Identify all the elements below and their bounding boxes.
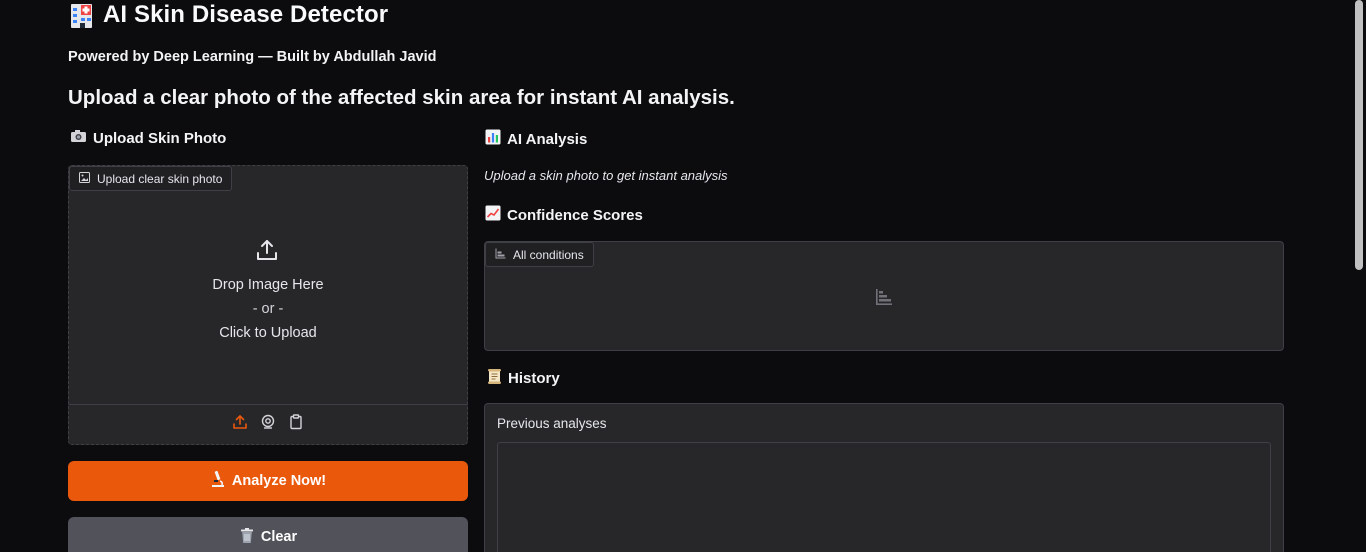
hospital-icon <box>68 2 95 29</box>
title-text: AI Skin Disease Detector <box>103 1 389 28</box>
line-chart-icon <box>485 205 501 225</box>
history-heading-label: History <box>508 370 560 387</box>
camera-icon <box>70 129 87 147</box>
scroll-icon <box>487 368 502 389</box>
analysis-heading: AI Analysis <box>485 129 587 149</box>
analyze-button[interactable]: Analyze Now! <box>68 461 468 501</box>
subtitle: Powered by Deep Learning — Built by Abdu… <box>68 49 437 65</box>
image-upload-dropzone[interactable]: Upload clear skin photo Drop Image Here … <box>68 165 468 445</box>
webcam-icon[interactable] <box>260 414 276 435</box>
upload-chip-label: Upload clear skin photo <box>97 171 223 186</box>
confidence-heading-label: Confidence Scores <box>507 206 643 224</box>
clear-button-label: Clear <box>260 529 298 545</box>
image-icon <box>79 171 90 186</box>
plot-icon <box>495 248 506 262</box>
clipboard-icon[interactable] <box>288 414 304 435</box>
click-upload-text: Click to Upload <box>219 325 317 341</box>
upload-heading-label: Upload Skin Photo <box>93 129 227 147</box>
empty-plot-icon <box>875 288 893 311</box>
microscope-icon <box>210 470 226 492</box>
history-label: Previous analyses <box>497 416 607 431</box>
upload-heading: Upload Skin Photo <box>70 129 226 147</box>
drop-image-text: Drop Image Here <box>212 277 324 293</box>
scrollbar-thumb[interactable] <box>1355 0 1363 270</box>
analyze-button-label: Analyze Now! <box>231 473 327 489</box>
lead-text: Upload a clear photo of the affected ski… <box>68 86 735 109</box>
confidence-heading: Confidence Scores <box>485 205 643 225</box>
page-title: AI Skin Disease Detector <box>68 0 388 30</box>
history-textarea[interactable] <box>497 442 1271 552</box>
upload-label-chip: Upload clear skin photo <box>69 166 233 191</box>
history-heading: History <box>487 368 560 389</box>
page-scrollbar[interactable] <box>1352 0 1366 552</box>
analysis-heading-label: AI Analysis <box>507 130 588 148</box>
confidence-chip-label: All conditions <box>513 247 584 262</box>
upload-icon[interactable] <box>232 414 248 435</box>
or-text: - or - <box>252 301 284 317</box>
upload-arrow-icon <box>255 238 279 267</box>
bar-chart-icon <box>485 129 501 149</box>
upload-source-bar <box>69 404 467 444</box>
confidence-plot: All conditions <box>484 241 1284 351</box>
confidence-label-chip: All conditions <box>485 242 594 267</box>
clear-button[interactable]: Clear <box>68 517 468 552</box>
history-panel: Previous analyses <box>484 403 1284 552</box>
trash-icon <box>239 527 255 548</box>
drop-zone[interactable]: Drop Image Here - or - Click to Upload <box>69 191 467 405</box>
analysis-info-text: Upload a skin photo to get instant analy… <box>484 168 728 183</box>
